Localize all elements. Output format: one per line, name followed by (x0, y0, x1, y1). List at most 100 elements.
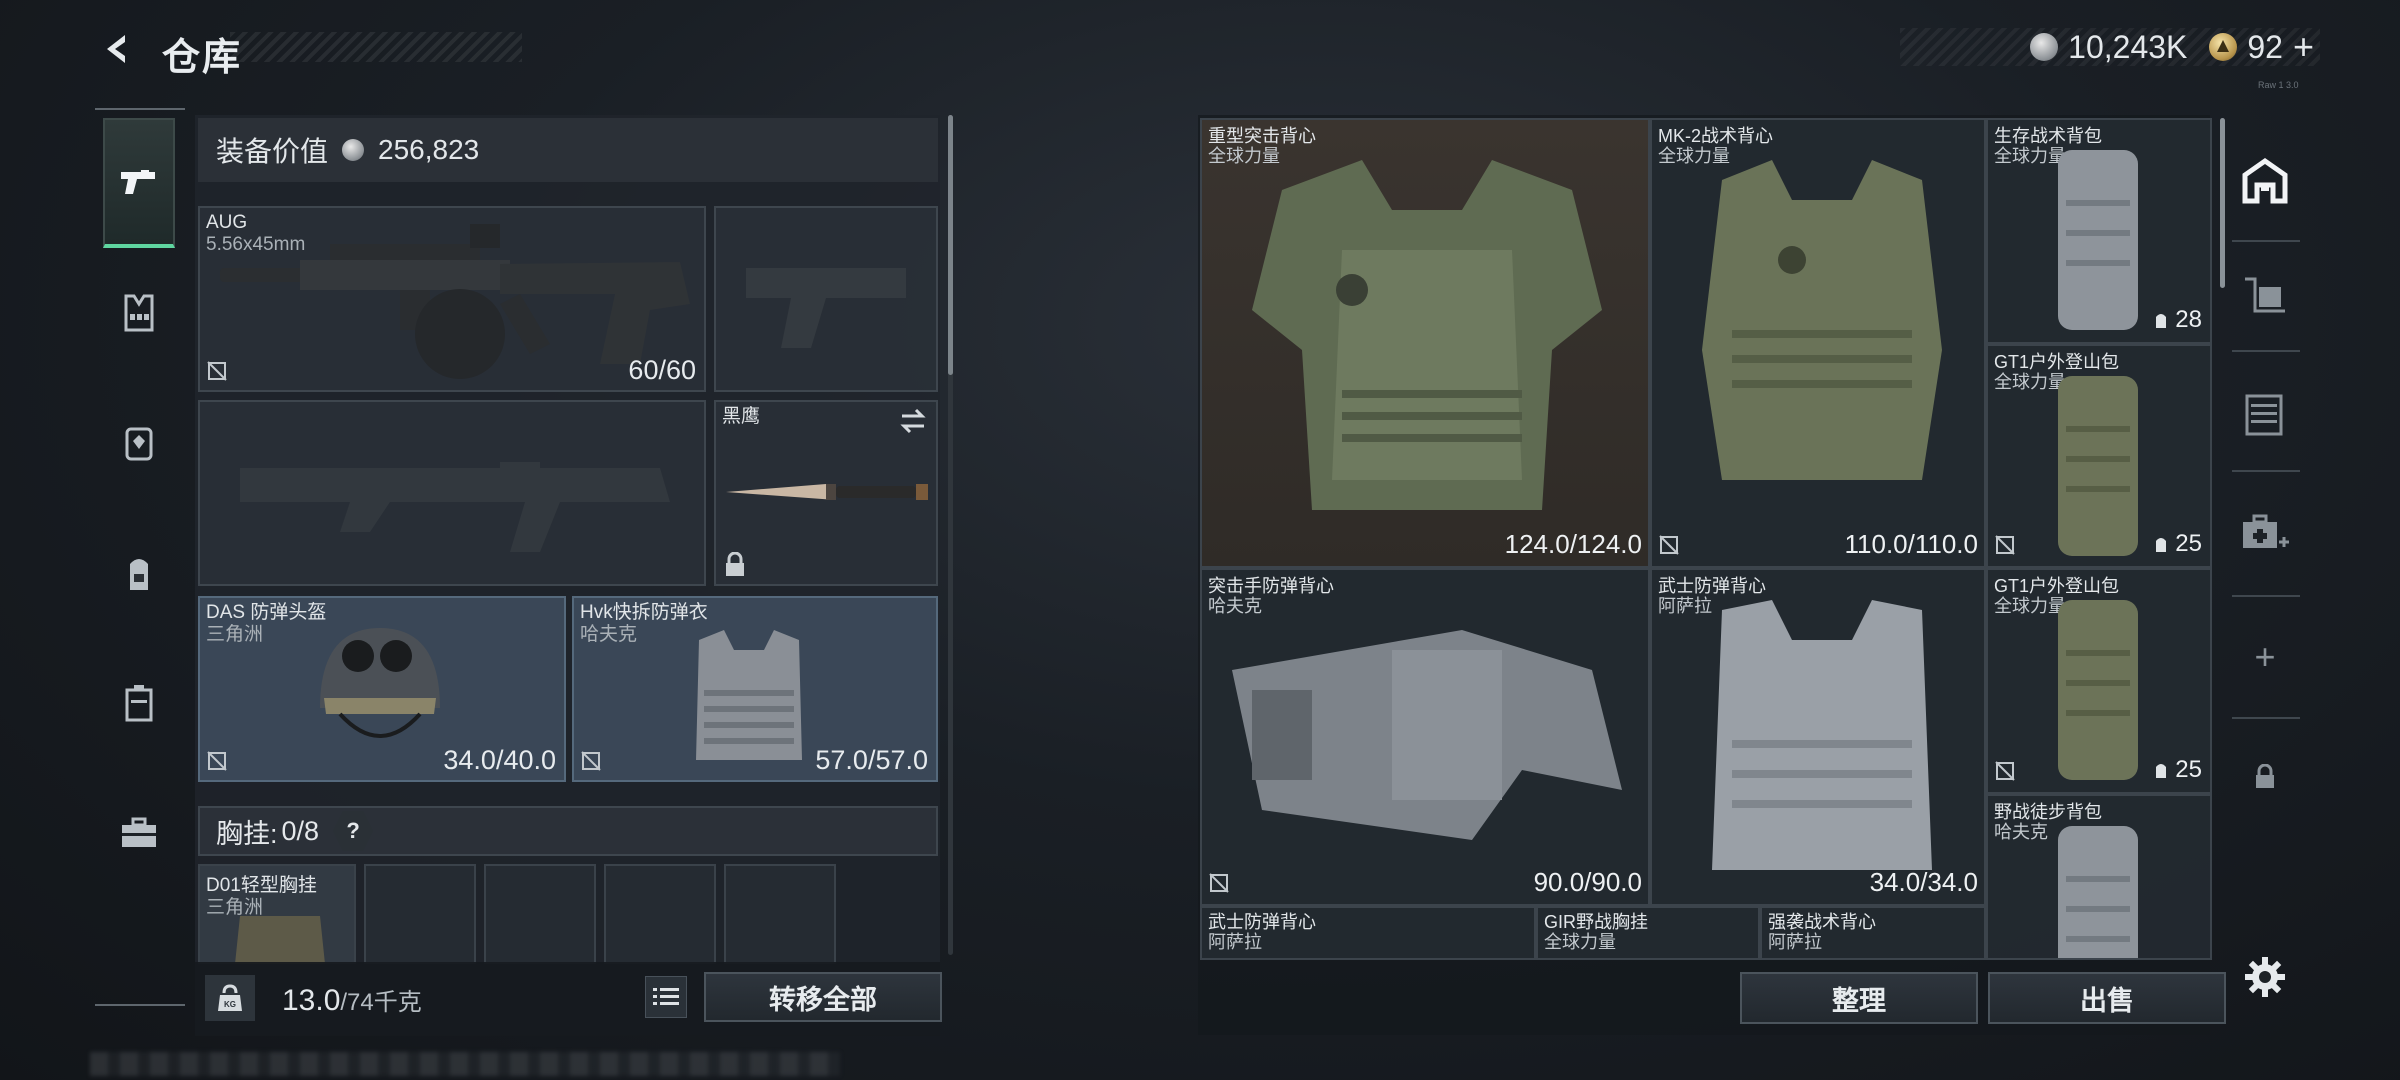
armor-brand: 哈夫克 (580, 624, 638, 645)
storage-item[interactable]: 重型突击背心 全球力量 124.0/124.0 (1200, 118, 1650, 568)
chest-rig-slot[interactable]: D01轻型胸挂 三角洲 (198, 864, 356, 964)
category-toolbox[interactable] (103, 768, 175, 898)
svg-text:KG: KG (224, 1000, 236, 1009)
chest-rig-count: 0/8 (281, 815, 320, 846)
chest-rig-pocket-4[interactable] (724, 864, 836, 964)
kettlebell-icon: KG (218, 984, 242, 1011)
sidearm-slot[interactable] (714, 206, 938, 392)
item-durability: 34.0/34.0 (1869, 867, 1978, 897)
chest-rig-header: 胸挂: 0/8 ? (198, 806, 938, 856)
settings-button[interactable] (2230, 942, 2300, 1012)
item-durability: 110.0/110.0 (1844, 529, 1979, 559)
chest-rig-pocket-2[interactable] (484, 864, 596, 964)
storage-item[interactable]: 突击手防弹背心 哈夫克 90.0/90.0 (1200, 568, 1650, 906)
helmet-image (320, 628, 440, 738)
storage-tab-medical[interactable] (2230, 500, 2300, 570)
silver-currency[interactable]: 10,243K (2030, 29, 2187, 66)
toolbox-icon (122, 817, 156, 847)
storage-tab-rack[interactable] (2230, 380, 2300, 450)
item-name: 突击手防弹背心 (1208, 576, 1334, 596)
no-insurance-icon (1659, 535, 1679, 555)
transfer-all-button[interactable]: 转移全部 (704, 972, 942, 1022)
sort-button[interactable]: 整理 (1740, 972, 1978, 1024)
chest-rig-pocket-1[interactable] (364, 864, 476, 964)
locked-storage-tab[interactable] (2230, 742, 2300, 812)
backpack-small-icon (2156, 314, 2167, 328)
item-brand: 全球力量 (1544, 932, 1616, 952)
melee-name: 黑鹰 (722, 406, 761, 427)
help-button[interactable]: ? (333, 811, 374, 851)
sell-button[interactable]: 出售 (1988, 972, 2226, 1024)
weight-readout: 13.0/74千克 (282, 982, 422, 1018)
lock-icon (726, 552, 744, 576)
samurai-vest-image (1712, 600, 1932, 870)
item-capacity: 28 (2153, 306, 2202, 334)
item-capacity: 25 (2153, 530, 2202, 558)
no-insurance-icon (581, 751, 601, 771)
list-icon (653, 988, 679, 1005)
item-brand: 阿萨拉 (1208, 932, 1262, 952)
gold-currency[interactable]: 92 + (2209, 26, 2314, 68)
melee-slot[interactable]: 黑鹰 (714, 400, 938, 586)
category-weapons[interactable] (103, 118, 175, 248)
storage-item[interactable]: GT1户外登山包 全球力量 25 (1986, 344, 2212, 568)
backpack-small-icon (2156, 764, 2167, 778)
category-rail (95, 108, 185, 1008)
equipment-value-bar: 装备价值 256,823 (198, 118, 938, 182)
lock-icon (2256, 764, 2274, 788)
category-helmet[interactable] (103, 378, 175, 508)
helmet-slot[interactable]: DAS 防弹头盔 三角洲 34.0/40.0 (198, 596, 566, 782)
primary-weapon-slot[interactable]: AUG 5.56x45mm 60/60 (198, 206, 706, 392)
backpack-small-icon (2156, 538, 2167, 552)
helmet-brand: 三角洲 (206, 624, 264, 645)
backpack-icon (130, 559, 148, 590)
storage-item[interactable]: 武士防弹背心 阿萨拉 34.0/34.0 (1650, 568, 1986, 906)
title-decoration (230, 32, 522, 62)
chest-rig-pocket-3[interactable] (604, 864, 716, 964)
list-view-button[interactable] (645, 976, 687, 1018)
swap-icon[interactable] (898, 408, 928, 434)
item-durability: 90.0/90.0 (1533, 867, 1642, 897)
add-gold-button[interactable]: + (2293, 26, 2314, 68)
storage-item[interactable]: 野战徒步背包 哈夫克 (1986, 794, 2212, 960)
version-text: Raw 1 3.0 (2258, 80, 2299, 90)
silver-coin-icon (342, 139, 365, 161)
equipment-scroll-thumb[interactable] (948, 115, 953, 375)
knife-image (726, 484, 928, 500)
add-storage-button[interactable]: + (2230, 622, 2300, 692)
armor-slot[interactable]: Hvk快拆防弹衣 哈夫克 57.0/57.0 (572, 596, 938, 782)
storage-item[interactable]: 生存战术背包 全球力量 28 (1986, 118, 2212, 344)
storage-tab-shelf[interactable] (2230, 260, 2300, 330)
secondary-weapon-slot[interactable] (198, 400, 706, 586)
storage-item[interactable]: GIR野战胸挂 全球力量 (1536, 906, 1760, 960)
storage-item[interactable]: 武士防弹背心 阿萨拉 (1200, 906, 1536, 960)
back-arrow-icon (107, 35, 125, 63)
vest-icon (124, 294, 154, 332)
medical-case-add-icon (2243, 514, 2289, 548)
storage-item[interactable]: MK-2战术背心 全球力量 110.0/110.0 (1650, 118, 1986, 568)
category-chest-rig[interactable] (103, 248, 175, 378)
storage-scroll-thumb[interactable] (2220, 118, 2225, 288)
item-name: GIR野战胸挂 (1544, 912, 1649, 932)
rail-divider (2232, 470, 2300, 472)
storage-item[interactable]: GT1户外登山包 全球力量 25 (1986, 568, 2212, 794)
assault-vest-image (1232, 630, 1622, 840)
back-button[interactable] (92, 24, 142, 74)
no-insurance-icon (1209, 873, 1229, 893)
storage-tab-home[interactable] (2230, 146, 2300, 216)
silver-amount: 10,243K (2068, 28, 2188, 65)
item-brand: 哈夫克 (1994, 822, 2048, 842)
armor-durability: 57.0/57.0 (815, 745, 928, 775)
blurred-footer (90, 1052, 840, 1076)
helmet-icon (125, 427, 153, 461)
no-insurance-icon (1995, 535, 2015, 555)
storage-item[interactable]: 强袭战术背心 阿萨拉 (1760, 906, 1986, 960)
pistol-icon (121, 170, 155, 194)
item-brand: 阿萨拉 (1768, 932, 1822, 952)
backpack-image (2058, 826, 2138, 958)
silver-coin-icon (2030, 33, 2059, 61)
category-case[interactable] (103, 638, 175, 768)
category-backpack[interactable] (103, 508, 175, 638)
helmet-name: DAS 防弹头盔 (206, 602, 327, 623)
rail-divider (2232, 240, 2300, 242)
